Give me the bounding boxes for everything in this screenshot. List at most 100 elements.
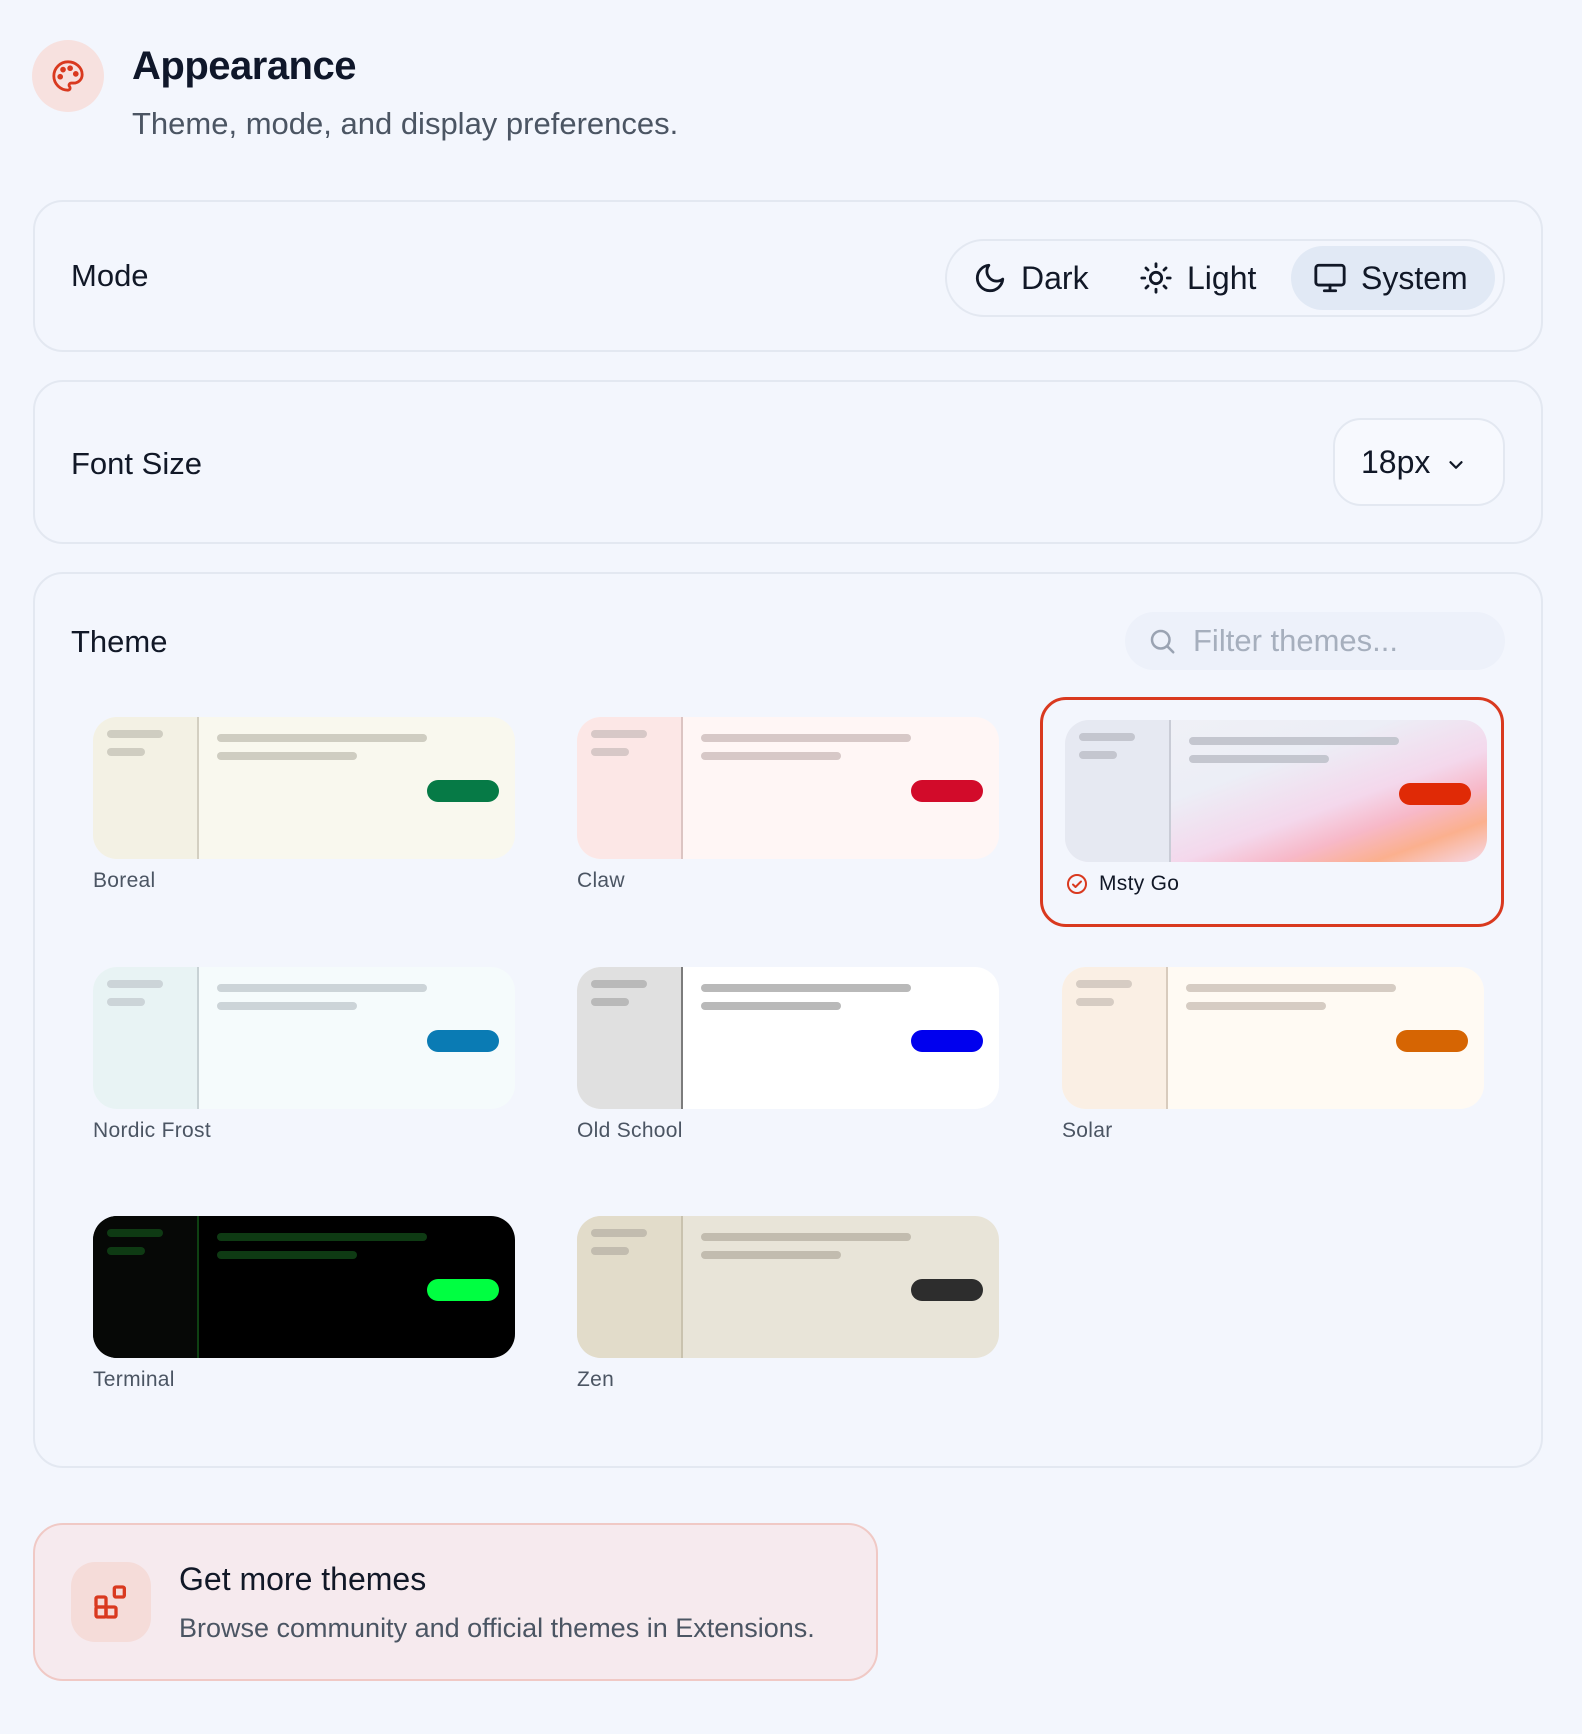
theme-preview-sidebar: [93, 967, 197, 1109]
theme-label: Theme: [71, 624, 168, 659]
mode-option-label: System: [1361, 259, 1468, 296]
font-size-select[interactable]: 18px: [1333, 418, 1505, 506]
theme-name: Boreal: [93, 869, 156, 892]
theme-preview-line: [1076, 980, 1132, 988]
theme-preview-divider: [681, 717, 683, 859]
theme-tile-boreal[interactable]: Boreal: [71, 697, 535, 927]
theme-filter: [1125, 612, 1505, 670]
theme-preview-line: [701, 752, 841, 760]
get-more-themes-card[interactable]: Get more themes Browse community and off…: [33, 1523, 878, 1681]
theme-preview-line: [217, 1251, 357, 1259]
theme-accent-swatch: [911, 780, 983, 802]
get-more-themes-description: Browse community and official themes in …: [179, 1613, 815, 1643]
search-icon: [1150, 629, 1175, 654]
theme-tile-zen[interactable]: Zen: [555, 1196, 1019, 1426]
theme-name: Solar: [1062, 1119, 1113, 1142]
theme-preview-divider: [197, 967, 199, 1109]
theme-preview-line: [591, 998, 629, 1006]
mode-card: Mode Dark Light System: [33, 200, 1543, 352]
font-size-card: Font Size 18px: [33, 380, 1543, 544]
theme-preview-line: [217, 752, 357, 760]
theme-preview: [577, 967, 999, 1109]
theme-preview-line: [701, 734, 911, 742]
font-size-value: 18px: [1361, 443, 1431, 480]
theme-preview-line: [701, 984, 911, 992]
theme-preview-line: [217, 1002, 357, 1010]
theme-tile-msty-go[interactable]: Msty Go: [1040, 697, 1504, 927]
theme-tile-label: Boreal: [93, 869, 156, 893]
theme-tile-terminal[interactable]: Terminal: [71, 1196, 535, 1426]
mode-option-label: Dark: [1021, 259, 1089, 296]
theme-preview-line: [107, 730, 163, 738]
theme-preview-sidebar: [1062, 967, 1166, 1109]
theme-tile-label: Old School: [577, 1119, 683, 1143]
theme-preview: [93, 967, 515, 1109]
sun-icon: [1140, 262, 1172, 294]
theme-accent-swatch: [911, 1030, 983, 1052]
theme-preview-divider: [681, 967, 683, 1109]
theme-accent-swatch: [427, 1279, 499, 1301]
theme-preview-line: [1189, 737, 1399, 745]
theme-preview-line: [107, 1247, 145, 1255]
theme-preview-line: [107, 998, 145, 1006]
theme-tile-nordic-frost[interactable]: Nordic Frost: [71, 947, 535, 1177]
theme-preview-divider: [1166, 967, 1168, 1109]
mode-option-system[interactable]: System: [1291, 246, 1495, 310]
theme-tile-label: Nordic Frost: [93, 1119, 211, 1143]
theme-preview-line: [591, 730, 647, 738]
theme-tile-label: Claw: [577, 869, 625, 893]
mode-label: Mode: [71, 258, 149, 293]
theme-preview-sidebar: [577, 717, 681, 859]
theme-accent-swatch: [1396, 1030, 1468, 1052]
mode-option-light[interactable]: Light: [1139, 246, 1289, 310]
theme-card: Theme Boreal Claw Msty Go Nordic Frost Old S…: [33, 572, 1543, 1468]
theme-preview: [577, 1216, 999, 1358]
theme-name: Msty Go: [1099, 872, 1180, 895]
theme-preview-line: [1189, 755, 1329, 763]
theme-preview-line: [701, 1233, 911, 1241]
theme-preview-line: [217, 734, 427, 742]
font-size-label: Font Size: [71, 446, 202, 481]
theme-tile-solar[interactable]: Solar: [1040, 947, 1504, 1177]
check-circle-icon: [1067, 874, 1087, 894]
theme-tile-claw[interactable]: Claw: [555, 697, 1019, 927]
mode-option-dark[interactable]: Dark: [973, 246, 1123, 310]
get-more-themes-title: Get more themes: [179, 1561, 427, 1597]
theme-tile-old-school[interactable]: Old School: [555, 947, 1019, 1177]
theme-preview-line: [1079, 733, 1135, 741]
extensions-icon: [71, 1562, 151, 1642]
theme-preview: [93, 717, 515, 859]
theme-name: Zen: [577, 1368, 615, 1391]
theme-preview-line: [701, 1251, 841, 1259]
theme-preview-sidebar: [1065, 720, 1169, 862]
moon-icon: [975, 263, 1005, 293]
theme-preview-line: [591, 748, 629, 756]
appearance-settings-page: Appearance Theme, mode, and display pref…: [0, 0, 1582, 1734]
theme-preview-divider: [197, 1216, 199, 1358]
theme-preview: [577, 717, 999, 859]
theme-accent-swatch: [427, 1030, 499, 1052]
theme-preview-line: [701, 1002, 841, 1010]
theme-preview-line: [107, 748, 145, 756]
theme-name: Old School: [577, 1119, 683, 1142]
theme-preview-line: [1186, 984, 1396, 992]
theme-preview-line: [591, 980, 647, 988]
theme-preview-line: [217, 984, 427, 992]
theme-preview-sidebar: [577, 1216, 681, 1358]
theme-name: Terminal: [93, 1368, 175, 1391]
theme-preview-line: [107, 1229, 163, 1237]
theme-filter-input[interactable]: [1193, 623, 1493, 659]
theme-tile-label: Solar: [1062, 1119, 1113, 1143]
theme-preview-divider: [197, 717, 199, 859]
theme-preview-line: [1076, 998, 1114, 1006]
page-title: Appearance: [132, 44, 356, 88]
theme-tile-label: Terminal: [93, 1368, 175, 1392]
theme-preview-divider: [681, 1216, 683, 1358]
theme-accent-swatch: [911, 1279, 983, 1301]
theme-preview-line: [1186, 1002, 1326, 1010]
theme-preview-line: [591, 1229, 647, 1237]
mode-segmented-control: Dark Light System: [945, 239, 1505, 317]
theme-tile-label: Msty Go: [1065, 872, 1179, 896]
theme-preview: [93, 1216, 515, 1358]
theme-preview: [1062, 967, 1484, 1109]
